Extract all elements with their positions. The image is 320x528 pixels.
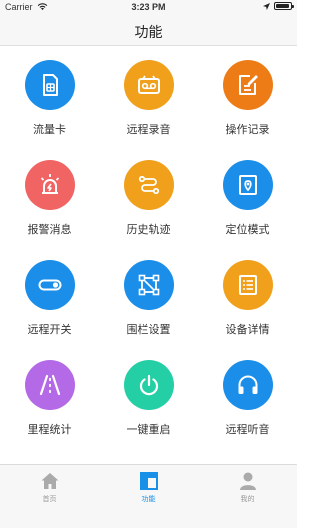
location-arrow-icon: [263, 2, 270, 10]
feature-label: 报警消息: [27, 224, 72, 236]
location-pin-icon: [238, 175, 257, 195]
nav-bar: 功能: [0, 14, 297, 46]
feature-device-details[interactable]: 设备详情: [198, 260, 297, 360]
alarm-light-icon: [40, 174, 59, 194]
feature-row: 报警消息 历史轨迹 定位模式: [0, 160, 297, 260]
feature-label: 操作记录: [225, 124, 270, 136]
tab-mine[interactable]: 我的: [198, 465, 297, 528]
tab-bar: 首页 功能 我的: [0, 464, 297, 528]
feature-icon-circle: [24, 160, 75, 210]
feature-icon-circle: [123, 160, 174, 210]
feature-icon-circle: [24, 260, 75, 310]
feature-grid: 流量卡 远程录音 操作记录 报警消息 历史轨迹 定位模式 远程开关 围栏设置 设…: [0, 60, 297, 460]
device-details-icon: [238, 275, 257, 295]
status-bar: Carrier 3:23 PM: [0, 0, 297, 14]
person-icon: [239, 472, 256, 490]
feature-remote-recording[interactable]: 远程录音: [99, 60, 198, 160]
feature-row: 流量卡 远程录音 操作记录: [0, 60, 297, 160]
feature-label: 设备详情: [225, 324, 270, 336]
feature-icon-circle: [24, 60, 75, 110]
feature-alarm-messages[interactable]: 报警消息: [0, 160, 99, 260]
power-icon: [139, 374, 158, 396]
feature-one-click-restart[interactable]: 一键重启: [99, 360, 198, 460]
headphones-icon: [238, 375, 257, 394]
feature-mileage-stats[interactable]: 里程统计: [0, 360, 99, 460]
page-title: 功能: [134, 24, 163, 40]
feature-icon-circle: [222, 360, 273, 410]
feature-label: 定位模式: [225, 224, 270, 236]
feature-icon-circle: [222, 260, 273, 310]
tab-label: 首页: [42, 496, 57, 503]
feature-icon-circle: [222, 60, 273, 110]
tab-label: 我的: [240, 496, 255, 503]
feature-location-mode[interactable]: 定位模式: [198, 160, 297, 260]
battery-fill: [276, 4, 289, 8]
battery-icon: [274, 2, 294, 10]
tab-function[interactable]: 功能: [99, 465, 198, 528]
tab-home[interactable]: 首页: [0, 465, 99, 528]
track-route-icon: [138, 175, 159, 195]
road-mileage-icon: [39, 374, 60, 396]
feature-label: 里程统计: [27, 424, 72, 436]
sim-card-icon: [42, 74, 58, 96]
home-icon: [41, 473, 58, 489]
feature-row: 里程统计 一键重启 远程听音: [0, 360, 297, 460]
status-right: [263, 2, 294, 10]
feature-label: 流量卡: [33, 124, 66, 136]
recorder-icon: [137, 75, 160, 94]
function-grid-icon: [139, 472, 158, 490]
edit-log-icon: [238, 75, 258, 95]
toggle-switch-icon: [38, 279, 61, 291]
feature-history-track[interactable]: 历史轨迹: [99, 160, 198, 260]
feature-label: 远程开关: [27, 324, 72, 336]
feature-row: 远程开关 围栏设置 设备详情: [0, 260, 297, 360]
tab-label: 功能: [141, 496, 156, 503]
feature-icon-circle: [123, 260, 174, 310]
feature-remote-switch[interactable]: 远程开关: [0, 260, 99, 360]
feature-label: 历史轨迹: [126, 224, 171, 236]
feature-label: 远程听音: [225, 424, 270, 436]
feature-icon-circle: [222, 160, 273, 210]
feature-icon-circle: [123, 60, 174, 110]
feature-label: 一键重启: [126, 424, 171, 436]
status-time: 3:23 PM: [131, 2, 166, 12]
feature-icon-circle: [123, 360, 174, 410]
feature-operation-log[interactable]: 操作记录: [198, 60, 297, 160]
feature-icon-circle: [24, 360, 75, 410]
feature-remote-listen[interactable]: 远程听音: [198, 360, 297, 460]
fence-icon: [138, 274, 159, 296]
feature-sim-card[interactable]: 流量卡: [0, 60, 99, 160]
feature-label: 远程录音: [126, 124, 171, 136]
feature-label: 围栏设置: [126, 324, 171, 336]
feature-fence-settings[interactable]: 围栏设置: [99, 260, 198, 360]
